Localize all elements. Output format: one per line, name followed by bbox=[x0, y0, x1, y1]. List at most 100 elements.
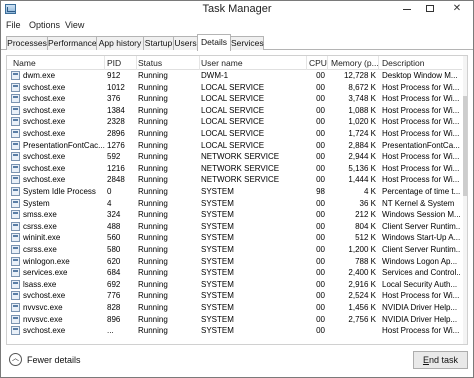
column-divider[interactable] bbox=[327, 56, 328, 70]
tab-details[interactable]: Details bbox=[197, 34, 231, 51]
process-icon bbox=[11, 129, 20, 138]
tab-services[interactable]: Services bbox=[230, 36, 264, 50]
col-memory[interactable]: Memory (p... bbox=[331, 58, 379, 68]
process-icon bbox=[11, 314, 20, 324]
table-row[interactable]: svchost.exe 592 Running NETWORK SERVICE 00 2,… bbox=[7, 151, 462, 163]
table-row[interactable]: lsass.exe 692 Running SYSTEM 00 2,916 K Local … bbox=[7, 279, 462, 291]
process-user: SYSTEM bbox=[201, 198, 234, 208]
table-row[interactable]: svchost.exe 2896 Running LOCAL SERVICE 00 1,7… bbox=[7, 128, 462, 140]
process-name: nvvsvc.exe bbox=[23, 303, 63, 312]
menu-file[interactable]: File bbox=[6, 20, 21, 30]
column-divider[interactable] bbox=[306, 56, 307, 70]
process-memory: 2,524 K bbox=[348, 291, 376, 301]
process-user: NETWORK SERVICE bbox=[201, 163, 280, 173]
process-cpu: 00 bbox=[316, 279, 325, 289]
table-row[interactable]: winlogon.exe 620 Running SYSTEM 00 788 K Windo… bbox=[7, 256, 462, 268]
table-row[interactable]: svchost.exe 1384 Running LOCAL SERVICE 00 1,0… bbox=[7, 105, 462, 117]
process-memory: 2,916 K bbox=[348, 279, 376, 289]
title-bar[interactable]: Task Manager ✕ bbox=[1, 1, 473, 18]
maximize-icon bbox=[425, 4, 434, 12]
process-memory: 1,456 K bbox=[348, 303, 376, 312]
process-user: NETWORK SERVICE bbox=[201, 175, 280, 185]
process-description: Windows Start-Up A... bbox=[382, 233, 460, 243]
process-memory: 12,728 K bbox=[343, 71, 376, 80]
table-row[interactable]: svchost.exe 2328 Running LOCAL SERVICE 00 1,0… bbox=[7, 116, 462, 128]
process-pid: 2328 bbox=[107, 117, 125, 127]
table-row[interactable]: svchost.exe 2848 Running NETWORK SERVICE 00 1… bbox=[7, 174, 462, 186]
process-user: LOCAL SERVICE bbox=[201, 94, 265, 104]
column-divider[interactable] bbox=[136, 56, 137, 70]
process-name: PresentationFontCac... bbox=[23, 140, 105, 150]
process-description: Host Process for Wi... bbox=[382, 94, 460, 104]
col-name[interactable]: Name bbox=[13, 58, 36, 68]
tab-processes[interactable]: Processes bbox=[6, 36, 48, 50]
process-user: SYSTEM bbox=[201, 221, 234, 231]
process-icon bbox=[11, 71, 20, 80]
process-description: Host Process for Wi... bbox=[382, 163, 460, 173]
table-row[interactable]: nvvsvc.exe 828 Running SYSTEM 00 1,456 K NVIDI… bbox=[7, 302, 462, 314]
process-cpu: 00 bbox=[316, 94, 325, 104]
process-name: svchost.exe bbox=[23, 82, 66, 92]
col-pid[interactable]: PID bbox=[107, 58, 121, 68]
process-memory: 3,748 K bbox=[348, 94, 376, 104]
process-cpu: 00 bbox=[316, 256, 325, 266]
process-pid: 1384 bbox=[107, 105, 125, 115]
process-status: Running bbox=[138, 245, 168, 254]
minimize-button[interactable] bbox=[396, 1, 417, 17]
process-cpu: 00 bbox=[316, 163, 325, 173]
table-header: ⌃ Name PID Status User name CPU Memory (… bbox=[7, 56, 462, 70]
process-pid: 560 bbox=[107, 233, 121, 243]
process-memory: 2,944 K bbox=[348, 152, 376, 162]
col-description[interactable]: Description bbox=[382, 58, 425, 68]
table-row[interactable]: svchost.exe 776 Running SYSTEM 00 2,524 K Host… bbox=[7, 290, 462, 302]
process-memory: 1,020 K bbox=[348, 117, 376, 127]
table-row[interactable]: dwm.exe 912 Running DWM-1 00 12,728 K Desktop … bbox=[7, 70, 462, 82]
close-button[interactable]: ✕ bbox=[442, 1, 472, 17]
table-row[interactable]: svchost.exe 1012 Running LOCAL SERVICE 00 8,6… bbox=[7, 82, 462, 94]
col-user-name[interactable]: User name bbox=[201, 58, 243, 68]
table-row[interactable]: nvvsvc.exe 896 Running SYSTEM 00 2,756 K NVIDI… bbox=[7, 314, 462, 326]
maximize-button[interactable] bbox=[419, 1, 440, 17]
table-row[interactable]: System 4 Running SYSTEM 00 36 K NT Kernel & Sy… bbox=[7, 198, 462, 210]
process-status: Running bbox=[138, 129, 168, 138]
col-status[interactable]: Status bbox=[138, 58, 162, 68]
process-description: Windows Logon Ap... bbox=[382, 256, 458, 266]
table-row[interactable]: svchost.exe... Running SYSTEM 00 Host Proces… bbox=[7, 325, 462, 337]
process-status: Running bbox=[138, 256, 168, 266]
table-row[interactable]: smss.exe 324 Running SYSTEM 00 212 K Windows S… bbox=[7, 209, 462, 221]
tab-startup[interactable]: Startup bbox=[143, 36, 174, 50]
table-row[interactable]: svchost.exe 376 Running LOCAL SERVICE 00 3,74… bbox=[7, 93, 462, 105]
scrollbar-thumb[interactable] bbox=[463, 96, 467, 196]
process-memory: 788 K bbox=[355, 256, 376, 266]
tab-app-history[interactable]: App history bbox=[96, 36, 144, 50]
process-pid: 896 bbox=[107, 314, 121, 324]
process-memory: 2,756 K bbox=[348, 314, 376, 324]
end-task-button[interactable]: End task bbox=[413, 351, 468, 369]
table-row[interactable]: services.exe 684 Running SYSTEM 00 2,400 K Ser… bbox=[7, 267, 462, 279]
process-status: Running bbox=[138, 94, 168, 104]
table-row[interactable]: System Idle Process 0 Running SYSTEM 98 4 K Pe… bbox=[7, 186, 462, 198]
menu-options[interactable]: Options bbox=[29, 20, 60, 30]
column-divider[interactable] bbox=[378, 56, 379, 70]
table-body: dwm.exe 912 Running DWM-1 00 12,728 K Desktop … bbox=[7, 70, 462, 344]
column-divider[interactable] bbox=[199, 56, 200, 70]
process-memory: 212 K bbox=[355, 210, 376, 220]
table-row[interactable]: csrss.exe 580 Running SYSTEM 00 1,200 K Client… bbox=[7, 244, 462, 256]
table-row[interactable]: wininit.exe 560 Running SYSTEM 00 512 K Window… bbox=[7, 232, 462, 244]
process-user: LOCAL SERVICE bbox=[201, 129, 265, 138]
column-divider[interactable] bbox=[104, 56, 105, 70]
process-status: Running bbox=[138, 233, 168, 243]
process-user: SYSTEM bbox=[201, 187, 234, 196]
vertical-scrollbar[interactable] bbox=[463, 56, 467, 344]
col-cpu[interactable]: CPU bbox=[309, 58, 327, 68]
tab-users[interactable]: Users bbox=[173, 36, 198, 50]
process-pid: 592 bbox=[107, 152, 121, 162]
process-status: Running bbox=[138, 163, 168, 173]
tab-performance[interactable]: Performance bbox=[47, 36, 97, 50]
table-row[interactable]: PresentationFontCac... 1276 Running LOCAL S… bbox=[7, 140, 462, 152]
menu-view[interactable]: View bbox=[65, 20, 84, 30]
table-row[interactable]: csrss.exe 488 Running SYSTEM 00 804 K Client S… bbox=[7, 221, 462, 233]
table-row[interactable]: svchost.exe 1216 Running NETWORK SERVICE 00 5… bbox=[7, 163, 462, 175]
process-pid: 488 bbox=[107, 221, 121, 231]
process-user: LOCAL SERVICE bbox=[201, 82, 265, 92]
